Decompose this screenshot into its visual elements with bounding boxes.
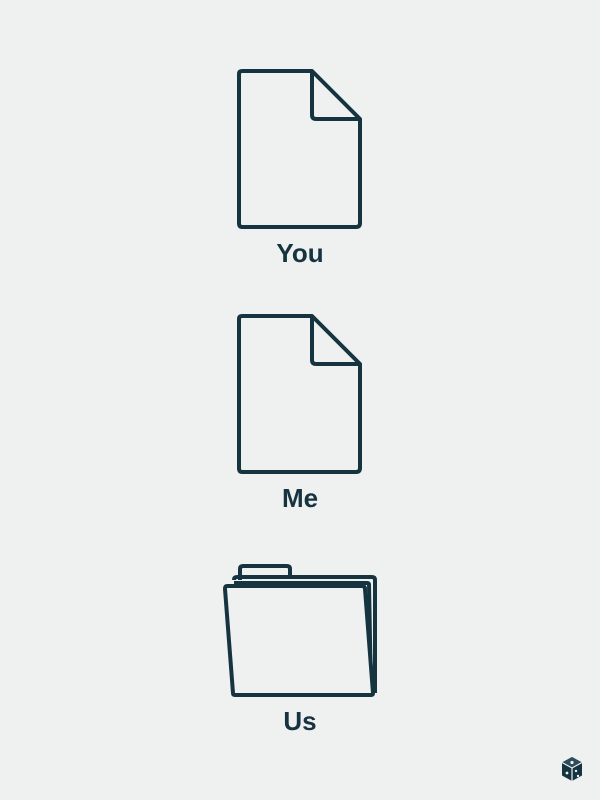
label-you: You (276, 238, 324, 268)
document-icon (236, 313, 364, 477)
folder-icon (222, 563, 382, 699)
label-us: Us (283, 706, 317, 736)
label-me: Me (281, 483, 319, 513)
cube-logo-icon (561, 756, 583, 787)
document-icon (236, 68, 364, 232)
